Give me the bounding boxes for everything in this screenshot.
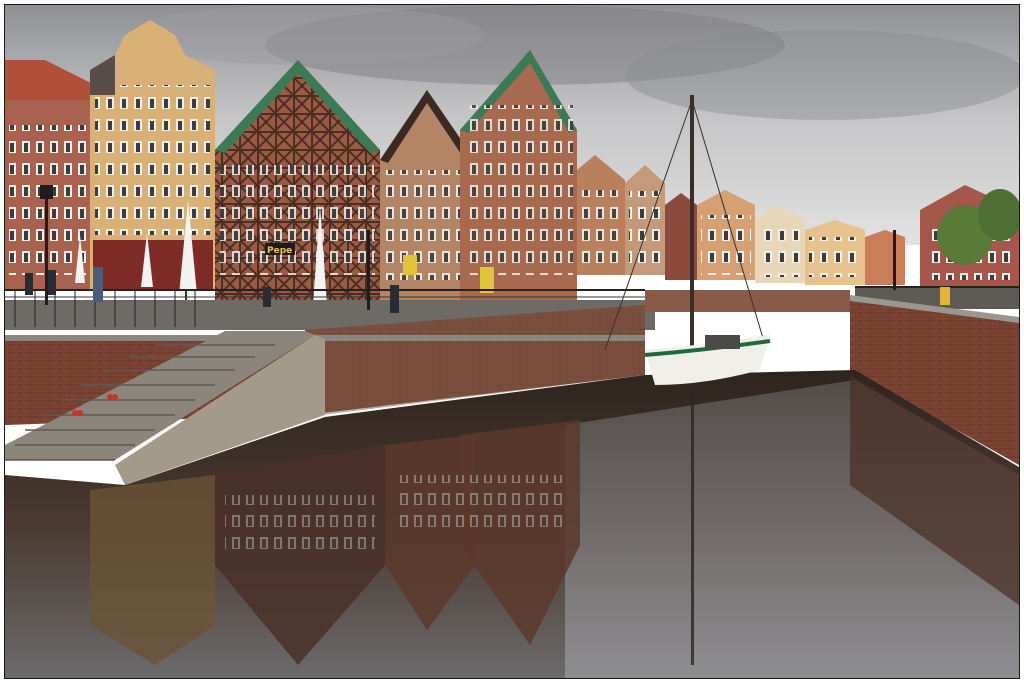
cafe-sign: Pepe: [267, 246, 292, 256]
harbour-photo: Pepe: [4, 4, 1020, 679]
image-frame: Pepe: [0, 0, 1024, 683]
